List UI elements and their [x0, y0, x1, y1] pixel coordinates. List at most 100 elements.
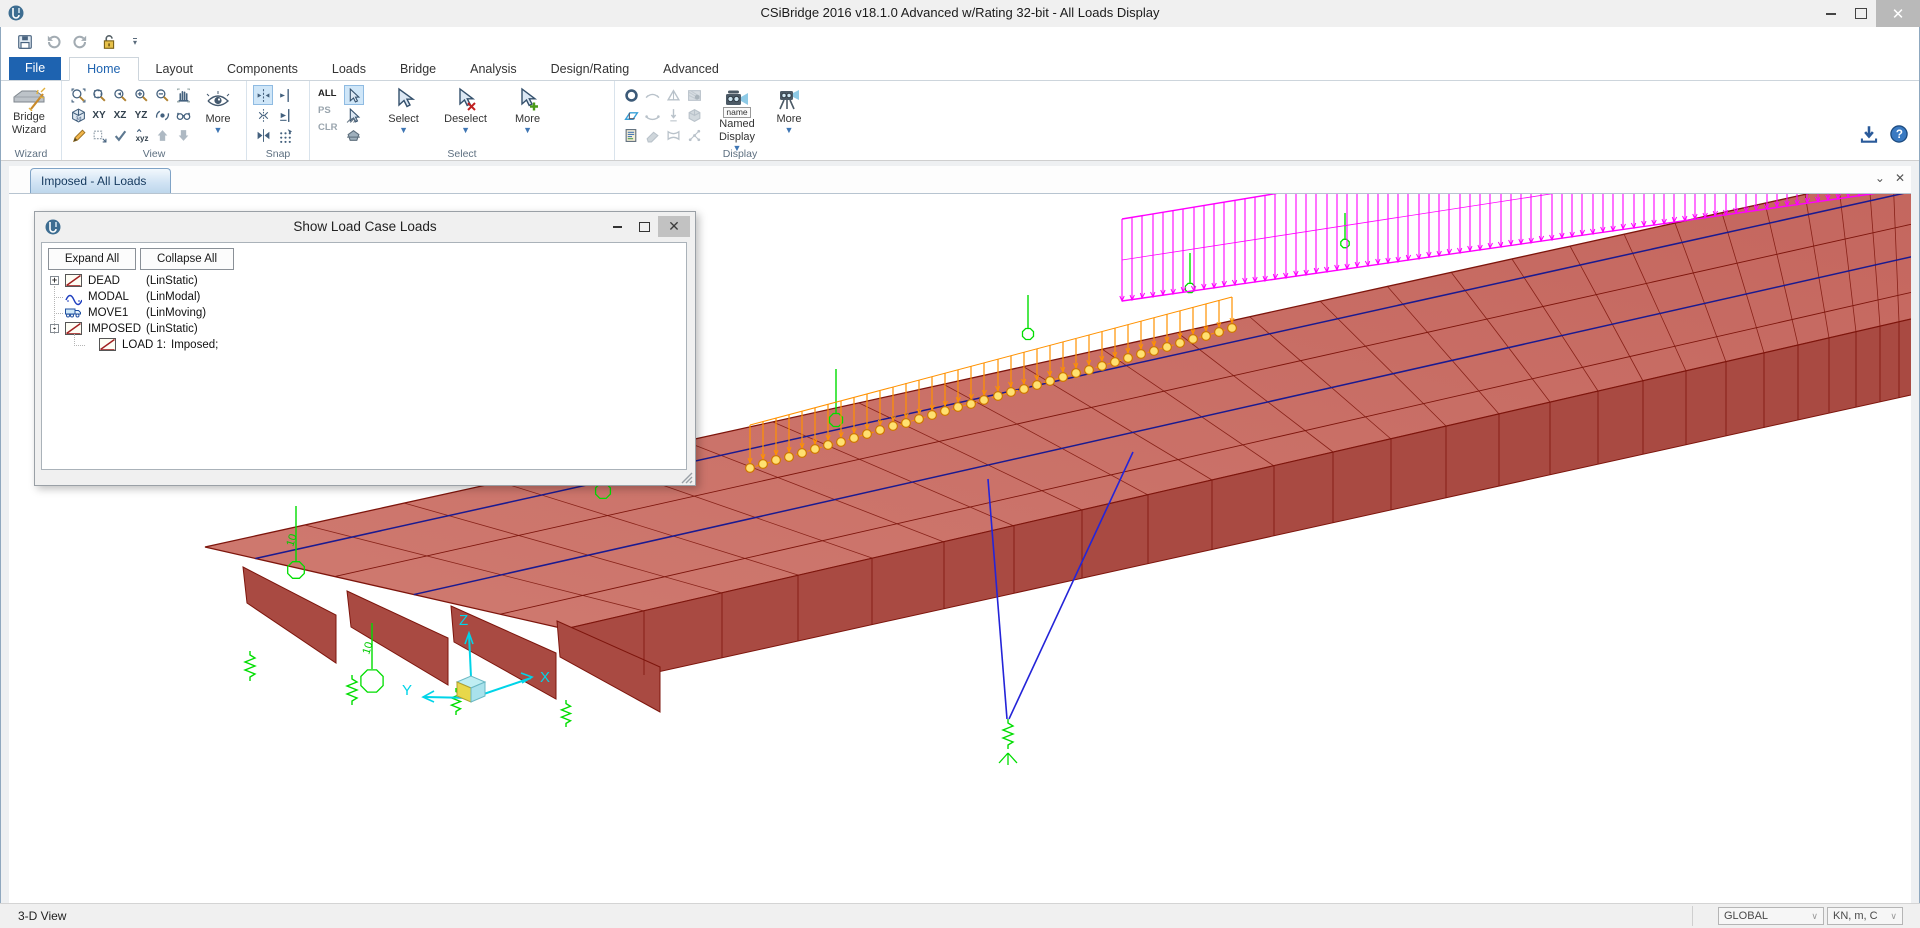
axis-x-label: X [540, 669, 550, 686]
snap-perp-icon[interactable] [275, 105, 295, 125]
select-mode-ps[interactable]: PS [316, 102, 340, 119]
collapse-all-button[interactable]: Collapse All [140, 248, 234, 270]
select-group-label: Select [310, 148, 614, 160]
texture-icon[interactable] [684, 85, 704, 105]
tree-item-load-1[interactable]: LOAD 1:Imposed; [46, 337, 682, 353]
zoom-window-icon[interactable] [89, 85, 109, 105]
save-icon[interactable] [15, 32, 34, 51]
wizard-group: Bridge Wizard Wizard [1, 81, 61, 160]
snap-grid-icon[interactable] [275, 125, 295, 145]
view-3d-icon[interactable]: 3d [68, 105, 88, 125]
XZ[interactable]: XZ [110, 105, 130, 125]
chevron-down-icon: ∨ [1890, 911, 1897, 922]
status-bar: 3-D View GLOBAL∨ KN, m, C∨ [0, 903, 1920, 928]
tree-item-move1[interactable]: MOVE1 (LinMoving) [46, 305, 682, 321]
resize-grip[interactable] [681, 471, 693, 483]
maximize-button[interactable] [1846, 0, 1876, 27]
coordinate-system-dropdown[interactable]: GLOBAL∨ [1718, 907, 1824, 925]
load-case-type: (LinStatic) [146, 275, 198, 287]
zoom-out-icon[interactable] [152, 85, 172, 105]
zoom-in-icon[interactable] [131, 85, 151, 105]
ribbon-tab-components[interactable]: Components [210, 58, 315, 80]
ribbon-tab-bridge[interactable]: Bridge [383, 58, 453, 80]
tree-item-imposed[interactable]: -IMPOSED(LinStatic) [46, 321, 682, 337]
point-load-icon[interactable] [663, 105, 683, 125]
axes-icon[interactable]: xyz [131, 125, 151, 145]
set-limits-icon[interactable] [89, 125, 109, 145]
zoom-extents-icon[interactable] [68, 85, 88, 105]
ribbon-tab-design-rating[interactable]: Design/Rating [534, 58, 647, 80]
XY[interactable]: XY [89, 105, 109, 125]
ribbon-tab-analysis[interactable]: Analysis [453, 58, 534, 80]
select-mode-all[interactable]: ALL [316, 85, 340, 102]
load-case-name: MOVE1 [88, 307, 128, 319]
tab-list-chevron-icon[interactable]: ⌄ [1875, 172, 1885, 184]
qat-customize-icon[interactable]: ▾ [133, 38, 137, 46]
show-load-case-loads-dialog[interactable]: Show Load Case Loads ✕ Expand All Collap… [34, 211, 696, 486]
dialog-maximize-button[interactable] [631, 216, 658, 237]
snap-end-icon[interactable] [275, 85, 295, 105]
view-more-button[interactable]: More ▼ [198, 85, 238, 134]
YZ[interactable]: YZ [131, 105, 151, 125]
deselect-button[interactable]: Deselect▼ [438, 85, 494, 134]
ribbon-tab-loads[interactable]: Loads [315, 58, 383, 80]
truss-icon[interactable] [663, 85, 683, 105]
expand-icon[interactable]: + [50, 276, 59, 285]
joint-icon[interactable] [621, 85, 641, 105]
eraser-icon[interactable] [642, 125, 662, 145]
snap-mid-icon[interactable] [253, 105, 273, 125]
undo-icon[interactable] [43, 32, 62, 51]
dialog-close-button[interactable]: ✕ [658, 216, 690, 237]
redo-icon[interactable] [71, 32, 90, 51]
select-arrow-icon[interactable] [344, 85, 364, 105]
download-icon[interactable] [1859, 124, 1879, 144]
move-up-icon[interactable] [152, 125, 172, 145]
ribbon-tab-layout[interactable]: Layout [139, 58, 211, 80]
snap-point-icon[interactable] [253, 85, 273, 105]
snap-intersect-icon[interactable] [253, 125, 273, 145]
units-dropdown[interactable]: KN, m, C∨ [1827, 907, 1903, 925]
draw-icon[interactable] [68, 125, 88, 145]
tree-item-dead[interactable]: +DEAD(LinStatic) [46, 273, 682, 289]
dialog-minimize-button[interactable] [604, 216, 631, 237]
report-icon[interactable] [621, 125, 641, 145]
help-icon[interactable]: ? [1889, 124, 1909, 144]
select-mode-clr[interactable]: CLR [316, 119, 340, 136]
display-more-button[interactable]: More ▼ [769, 85, 809, 134]
more-button[interactable]: More▼ [500, 85, 556, 134]
linstatic-case-icon [65, 274, 82, 287]
support-value-label: 10 [360, 641, 375, 656]
lock-icon[interactable] [99, 32, 118, 51]
close-button[interactable]: ✕ [1876, 0, 1920, 27]
bridge-wizard-button[interactable]: Bridge Wizard [7, 85, 51, 137]
rotate-view-icon[interactable] [152, 105, 172, 125]
ribbon-tab-advanced[interactable]: Advanced [646, 58, 736, 80]
select-previous-icon[interactable] [344, 105, 364, 125]
ok-icon[interactable] [110, 125, 130, 145]
load-case-type: (LinMoving) [146, 307, 206, 319]
section-icon[interactable] [663, 125, 683, 145]
tree-item-modal[interactable]: MODAL(LinModal) [46, 289, 682, 305]
snap-group: Snap [246, 81, 309, 160]
tab-close-icon[interactable]: ✕ [1895, 172, 1905, 184]
expand-all-button[interactable]: Expand All [48, 248, 136, 270]
pan-icon[interactable] [173, 85, 193, 105]
tendon-icon[interactable] [642, 105, 662, 125]
frame-release-icon[interactable] [642, 85, 662, 105]
svg-text:xyz: xyz [135, 133, 148, 142]
area-plane-icon[interactable] [621, 105, 641, 125]
move-down-icon[interactable] [173, 125, 193, 145]
select-poly-icon[interactable] [344, 125, 364, 145]
perspective-icon[interactable] [173, 105, 193, 125]
minimize-button[interactable] [1816, 0, 1846, 27]
dialog-title-bar[interactable]: Show Load Case Loads ✕ [35, 212, 695, 242]
links-icon[interactable] [684, 125, 704, 145]
viewport-tab[interactable]: Imposed - All Loads [30, 168, 171, 193]
ribbon-tab-home[interactable]: Home [69, 57, 138, 81]
select-button[interactable]: Select▼ [376, 85, 432, 134]
ribbon-tab-file[interactable]: File [9, 57, 61, 80]
named-display-button[interactable]: name Named Display ▼ [709, 85, 765, 152]
solid-icon[interactable] [684, 105, 704, 125]
axis-origin-cube [457, 676, 485, 702]
zoom-previous-icon[interactable] [110, 85, 130, 105]
